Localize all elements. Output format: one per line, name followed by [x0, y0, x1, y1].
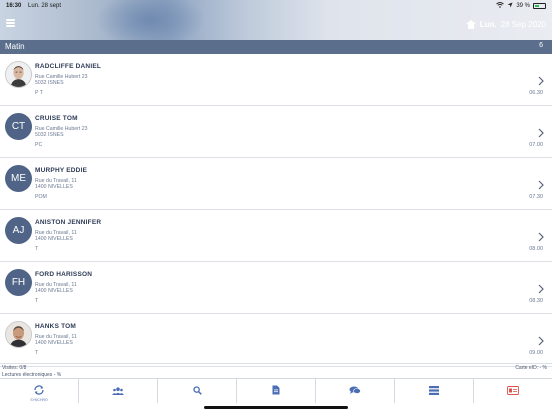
tab-bar: SYNCHRO — [0, 378, 552, 403]
menu-line — [6, 19, 15, 21]
visit-time: 06.30 — [529, 90, 543, 96]
tab-messages[interactable] — [316, 379, 395, 403]
search-icon — [192, 382, 202, 400]
avatar-photo — [5, 321, 32, 348]
eid-card-status: Carte eID: - % — [515, 365, 547, 371]
visit-time: 08.00 — [529, 246, 543, 252]
tab-sync-label: SYNCHRO — [30, 398, 48, 402]
visit-list: RADCLIFFE DANIEL Rue Camille Hubert 23 5… — [0, 54, 552, 367]
status-bar: 16:30 Lun. 28 sept 39 % — [0, 0, 552, 12]
tab-documents[interactable] — [237, 379, 316, 403]
list-icon — [429, 382, 439, 400]
battery-percent: 39 % — [516, 3, 530, 9]
chat-icon — [349, 382, 361, 400]
tab-list[interactable] — [395, 379, 474, 403]
tab-sync[interactable]: SYNCHRO — [0, 379, 79, 403]
menu-line — [6, 25, 15, 27]
users-icon — [112, 382, 124, 400]
care-code: T — [35, 246, 39, 252]
address-city: 1400 NIVELLES — [35, 236, 73, 242]
patient-name: ANISTON JENNIFER — [35, 219, 102, 226]
chevron-right-icon[interactable] — [538, 281, 544, 294]
section-count: 6 — [539, 42, 543, 49]
id-card-icon — [507, 382, 519, 400]
location-icon — [507, 2, 513, 10]
battery-icon — [533, 3, 546, 9]
tab-search[interactable] — [158, 379, 237, 403]
chevron-right-icon[interactable] — [538, 229, 544, 242]
summary-footer: Visites: 0/8 Lectures électroniques - % … — [0, 363, 552, 378]
visit-time: 09.00 — [529, 350, 543, 356]
tab-eid[interactable] — [474, 379, 552, 403]
visit-row[interactable]: ME MURPHY EDDIE Rue du Travail, 11 1400 … — [0, 158, 552, 210]
visit-row[interactable]: CT CRUISE TOM Rue Camille Hubert 23 5032… — [0, 106, 552, 158]
visits-count: Visites: 0/8 — [2, 365, 27, 371]
section-title: Matin — [5, 42, 25, 51]
care-code: T — [35, 350, 39, 356]
wifi-icon — [496, 2, 505, 10]
visit-time: 07.30 — [529, 194, 543, 200]
tab-patients[interactable] — [79, 379, 158, 403]
address-city: 5032 ISNES — [35, 132, 64, 138]
visit-time: 07.00 — [529, 142, 543, 148]
patient-name: MURPHY EDDIE — [35, 167, 88, 174]
chevron-right-icon[interactable] — [538, 73, 544, 86]
top-banner: 16:30 Lun. 28 sept 39 % Lun. 28 Sep 2020 — [0, 0, 552, 50]
menu-line — [6, 22, 15, 24]
visit-row[interactable]: AJ ANISTON JENNIFER Rue du Travail, 11 1… — [0, 210, 552, 262]
section-header: Matin 6 — [0, 40, 552, 54]
chevron-right-icon[interactable] — [538, 177, 544, 190]
status-date: Lun. 28 sept — [28, 3, 62, 9]
care-code: P T — [35, 90, 43, 96]
header-date: 28 Sep 2020 — [500, 20, 546, 29]
visit-time: 08.30 — [529, 298, 543, 304]
avatar-initials: ME — [5, 165, 32, 192]
care-code: POM — [35, 194, 47, 200]
care-code: T — [35, 298, 39, 304]
status-indicators: 39 % — [496, 2, 546, 10]
address-city: 1400 NIVELLES — [35, 184, 73, 190]
address-city: 1400 NIVELLES — [35, 288, 73, 294]
patient-name: FORD HARISSON — [35, 271, 93, 278]
patient-name: CRUISE TOM — [35, 115, 78, 122]
home-icon[interactable] — [465, 20, 476, 29]
address-city: 1400 NIVELLES — [35, 340, 73, 346]
avatar-initials: FH — [5, 269, 32, 296]
patient-name: HANKS TOM — [35, 323, 77, 330]
avatar-photo — [5, 61, 32, 88]
menu-button[interactable] — [6, 19, 15, 27]
patient-name: RADCLIFFE DANIEL — [35, 63, 102, 70]
chevron-right-icon[interactable] — [538, 333, 544, 346]
header-day: Lun. — [479, 20, 497, 29]
visit-row[interactable]: FH FORD HARISSON Rue du Travail, 11 1400… — [0, 262, 552, 314]
header-date-area[interactable]: Lun. 28 Sep 2020 — [465, 20, 546, 29]
document-icon — [272, 382, 280, 400]
visit-row[interactable]: HANKS TOM Rue du Travail, 11 1400 NIVELL… — [0, 314, 552, 367]
care-code: PC — [35, 142, 43, 148]
avatar-initials: CT — [5, 113, 32, 140]
app-root: 16:30 Lun. 28 sept 39 % Lun. 28 Sep 2020 — [0, 0, 552, 414]
avatar-initials: AJ — [5, 217, 32, 244]
visit-row[interactable]: RADCLIFFE DANIEL Rue Camille Hubert 23 5… — [0, 54, 552, 106]
home-indicator[interactable] — [204, 406, 348, 409]
address-city: 5032 ISNES — [35, 80, 64, 86]
chevron-right-icon[interactable] — [538, 125, 544, 138]
status-time: 16:30 — [6, 3, 22, 9]
